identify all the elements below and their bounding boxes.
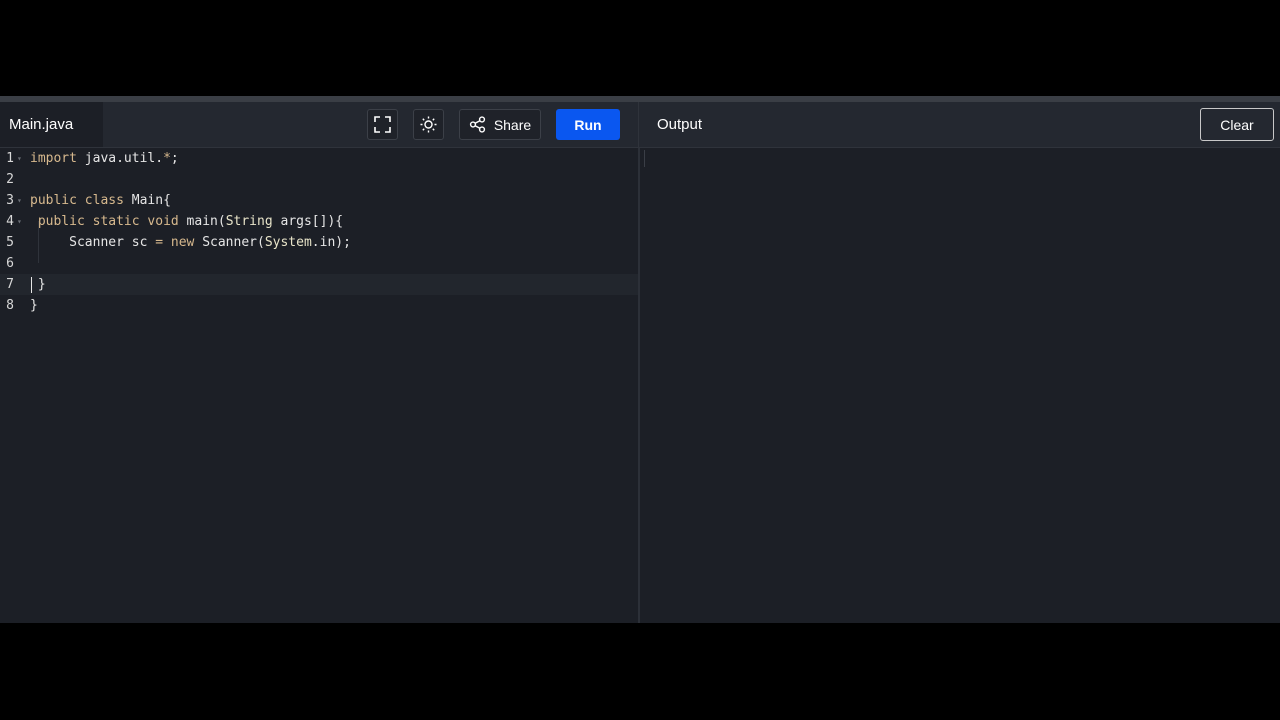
code-token: new — [170, 235, 195, 250]
clear-button[interactable]: Clear — [1200, 108, 1274, 141]
output-title: Output — [657, 116, 703, 133]
sun-icon — [420, 116, 437, 133]
code-token: void — [147, 214, 179, 229]
line-number: 4 — [6, 214, 14, 229]
share-icon — [469, 116, 485, 133]
code-token: Main{ — [123, 193, 171, 208]
code-token: ; — [170, 151, 179, 166]
code-text: public class Main{ — [30, 190, 171, 211]
code-text: Scanner sc = new Scanner(System.in); — [30, 232, 351, 253]
share-button[interactable]: Share — [459, 109, 541, 140]
theme-toggle-button[interactable] — [413, 109, 444, 140]
code-token: * — [163, 151, 171, 166]
fullscreen-icon — [374, 116, 391, 133]
output-panel[interactable] — [640, 148, 1280, 623]
code-line[interactable]: 6 — [0, 253, 638, 274]
indent-guide — [38, 221, 39, 263]
text-cursor — [31, 277, 32, 293]
fullscreen-button[interactable] — [367, 109, 398, 140]
code-line[interactable]: 4 ▾ public static void main(String args[]… — [0, 211, 638, 232]
file-tab[interactable]: Main.java — [0, 102, 103, 147]
code-token: String — [225, 214, 273, 229]
code-token: } — [30, 298, 38, 313]
code-token: System — [264, 235, 312, 250]
code-text: import java.util.*; — [30, 148, 179, 169]
fold-arrow-icon[interactable]: ▾ — [17, 211, 22, 232]
code-line[interactable]: 7 } — [0, 274, 638, 295]
line-number: 3 — [6, 193, 14, 208]
code-token: class — [84, 193, 124, 208]
code-token: Scanner sc — [30, 235, 156, 250]
code-token: import — [30, 151, 77, 166]
line-number: 5 — [6, 235, 14, 250]
run-button[interactable]: Run — [556, 109, 620, 140]
code-token: static — [92, 214, 140, 229]
code-line[interactable]: 1 ▾ import java.util.*; — [0, 148, 638, 169]
code-line[interactable]: 8} — [0, 295, 638, 316]
fold-arrow-icon[interactable]: ▾ — [17, 148, 22, 169]
toolbar: Main.java Share Run Output Clear — [0, 102, 1280, 148]
code-token: main( — [178, 214, 226, 229]
code-line[interactable]: 5 Scanner sc = new Scanner(System.in); — [0, 232, 638, 253]
code-line[interactable]: 3 ▾ public class Main{ — [0, 190, 638, 211]
code-token: Scanner( — [194, 235, 265, 250]
online-compiler-app: Main.java Share Run Output Clear 1 ▾ impor… — [0, 96, 1280, 623]
line-number: 7 — [6, 277, 14, 292]
line-number: 2 — [6, 172, 14, 187]
line-number: 8 — [6, 298, 14, 313]
code-token: java.util. — [76, 151, 164, 166]
toolbar-divider — [638, 102, 639, 147]
code-token: = — [155, 235, 164, 250]
code-token: public — [37, 214, 85, 229]
code-token: public — [30, 193, 77, 208]
fold-arrow-icon[interactable]: ▾ — [17, 190, 22, 211]
code-token: } — [30, 277, 46, 292]
share-label: Share — [493, 116, 532, 133]
line-number: 6 — [6, 256, 14, 271]
line-number: 1 — [6, 151, 14, 166]
code-text: } — [30, 295, 38, 316]
code-line[interactable]: 2 — [0, 169, 638, 190]
output-cursor — [644, 150, 645, 167]
code-editor[interactable]: 1 ▾ import java.util.*; 2 3 ▾ public class Mai… — [0, 148, 638, 623]
code-text: public static void main(String args[]){ — [30, 211, 343, 232]
code-token: args[]){ — [272, 214, 344, 229]
code-token: .in); — [311, 235, 351, 250]
code-text: } — [30, 274, 46, 295]
